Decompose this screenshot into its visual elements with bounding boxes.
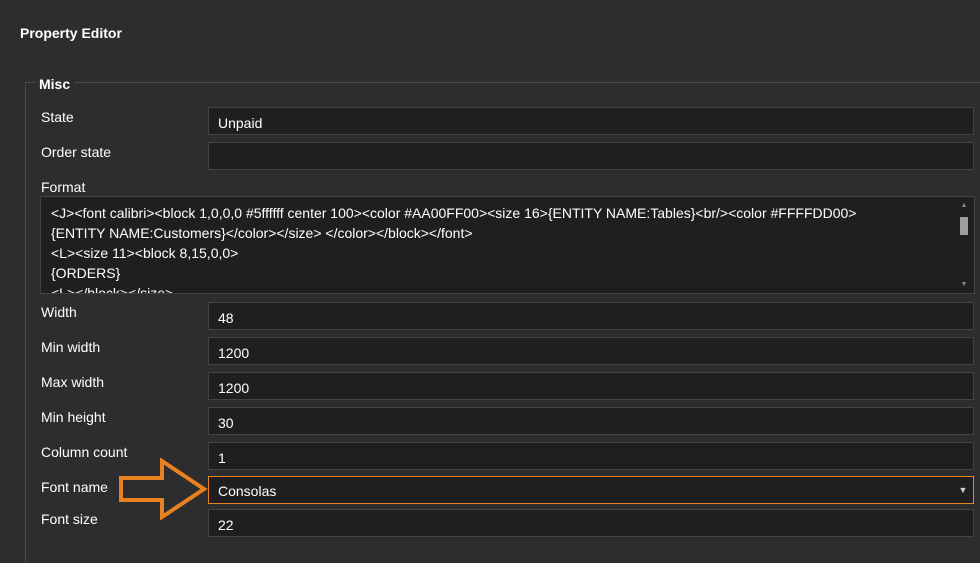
- font-size-label: Font size: [41, 511, 98, 527]
- min-width-field[interactable]: 1200: [208, 337, 974, 365]
- font-size-field[interactable]: 22: [208, 509, 974, 537]
- width-label: Width: [41, 304, 77, 320]
- font-name-dropdown[interactable]: Consolas ▼: [208, 476, 974, 504]
- min-height-field[interactable]: 30: [208, 407, 974, 435]
- order-state-field[interactable]: [208, 142, 974, 170]
- scroll-up-icon[interactable]: ▲: [954, 198, 974, 212]
- format-line: <L><size 11><block 8,15,0,0>: [51, 245, 239, 261]
- format-line: <J><font calibri><block 1,0,0,0 #5ffffff…: [51, 205, 857, 221]
- max-width-field[interactable]: 1200: [208, 372, 974, 400]
- max-width-label: Max width: [41, 374, 105, 390]
- column-count-label: Column count: [41, 444, 128, 460]
- state-field[interactable]: Unpaid: [208, 107, 974, 135]
- format-textarea[interactable]: <J><font calibri><block 1,0,0,0 #5ffffff…: [40, 196, 975, 294]
- right-arrow-icon: [119, 458, 208, 520]
- format-scrollbar[interactable]: ▲ ▼: [954, 197, 974, 293]
- group-label: Misc: [35, 76, 75, 92]
- format-line: {ORDERS}: [51, 265, 121, 281]
- format-line: {ENTITY NAME:Customers}</color></size> <…: [51, 225, 473, 241]
- format-label: Format: [41, 179, 86, 195]
- scroll-thumb[interactable]: [960, 217, 968, 235]
- panel-title: Property Editor: [20, 25, 122, 41]
- column-count-field[interactable]: 1: [208, 442, 974, 470]
- min-height-label: Min height: [41, 409, 106, 425]
- format-line: <L></block></size>: [51, 285, 174, 294]
- scroll-down-icon[interactable]: ▼: [954, 277, 974, 291]
- width-field[interactable]: 48: [208, 302, 974, 330]
- font-name-label: Font name: [41, 479, 108, 495]
- chevron-down-icon[interactable]: ▼: [953, 477, 973, 503]
- min-width-label: Min width: [41, 339, 101, 355]
- state-label: State: [41, 109, 74, 125]
- order-state-label: Order state: [41, 144, 112, 160]
- font-name-value: Consolas: [218, 483, 277, 499]
